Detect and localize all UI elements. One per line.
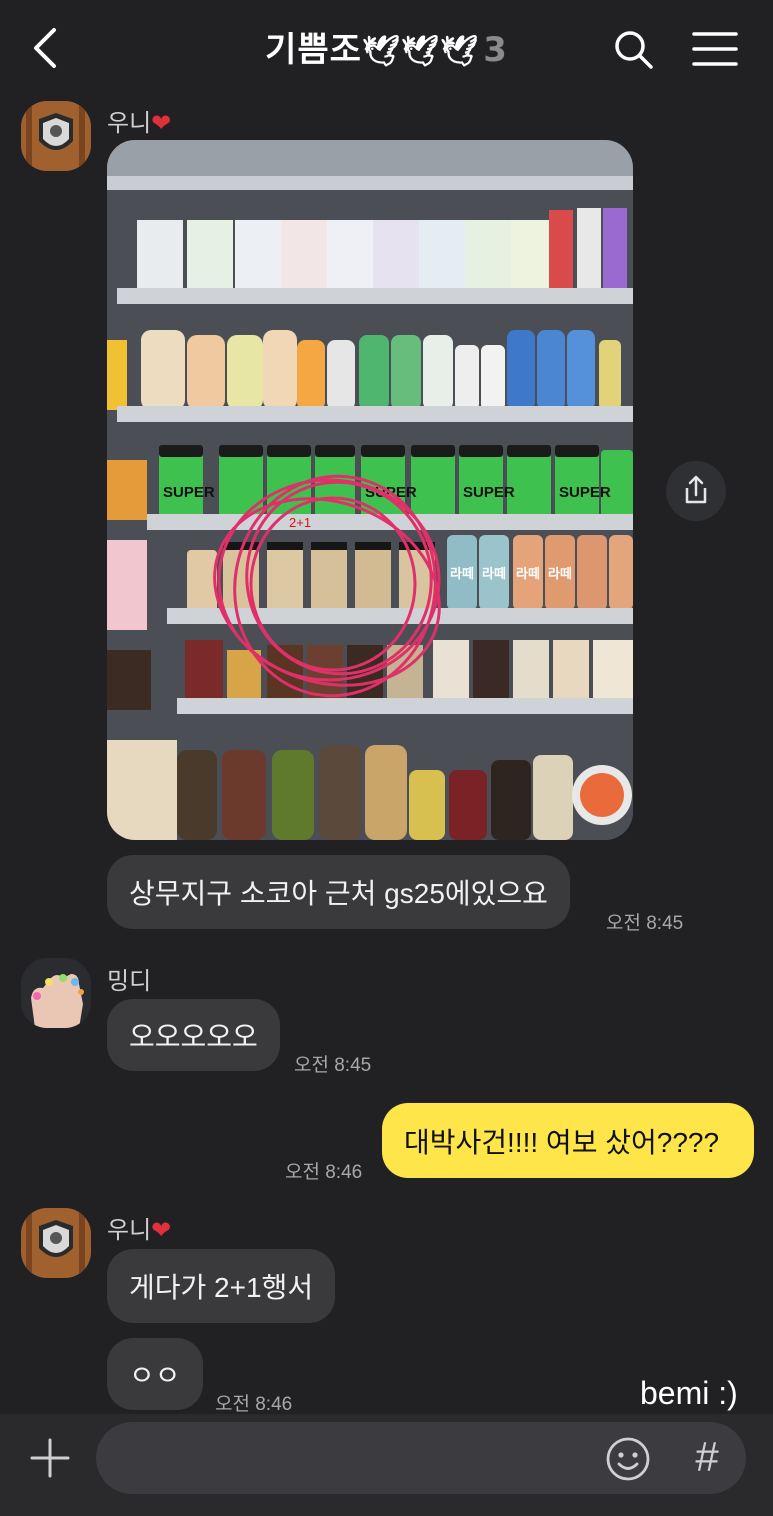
avatar-image	[21, 958, 91, 1028]
message-time: 오전 8:45	[294, 1055, 372, 1076]
shelf-label: 라떼	[482, 566, 506, 581]
dove-icon: 🕊	[361, 34, 402, 69]
promo-label: 2+1	[289, 515, 311, 530]
menu-button[interactable]	[690, 28, 740, 70]
sender-name: 우니❤	[107, 1216, 172, 1244]
watermark-text: bemi :)	[640, 1375, 738, 1411]
message-time: 오전 8:46	[215, 1394, 293, 1415]
avatar[interactable]	[21, 1208, 91, 1278]
message-time: 오전 8:45	[606, 913, 684, 934]
message-bubble[interactable]: 상무지구 소코아 근처 gs25에있으요	[107, 855, 570, 929]
share-icon	[685, 475, 707, 504]
sender-name: 밍디	[107, 967, 152, 995]
share-button[interactable]	[666, 461, 726, 521]
shared-photo[interactable]: SUPER SUPER SUPER SUPER 2+1 라떼 라떼 라떼 라떼	[107, 140, 633, 840]
shelf-label: 라떼	[516, 566, 540, 581]
menu-icon	[692, 32, 738, 66]
message-time: 오전 8:46	[285, 1162, 363, 1183]
member-count: 3	[483, 30, 508, 70]
store-shelf-image: SUPER SUPER SUPER SUPER 2+1 라떼 라떼 라떼 라떼	[107, 140, 633, 840]
avatar[interactable]	[21, 101, 91, 171]
heart-icon: ❤	[151, 109, 172, 137]
shelf-label: SUPER	[463, 484, 515, 501]
hash-button[interactable]: #	[690, 1432, 724, 1482]
shelf-label: 라떼	[450, 566, 474, 581]
message-bubble[interactable]: 게다가 2+1행서	[107, 1249, 336, 1323]
shelf-label: 라떼	[548, 566, 572, 581]
avatar-image	[21, 101, 91, 171]
room-name: 기쁨조	[265, 30, 362, 70]
search-button[interactable]	[610, 26, 658, 74]
attach-button[interactable]	[28, 1436, 72, 1480]
shelf-label: SUPER	[163, 484, 215, 501]
sender-name: 우니❤	[107, 109, 172, 137]
heart-icon: ❤	[151, 1216, 172, 1244]
plus-icon	[30, 1438, 70, 1478]
dove-icon: 🕊	[440, 34, 480, 69]
hash-icon: #	[695, 1433, 719, 1480]
shelf-label: SUPER	[559, 484, 611, 501]
my-message-bubble[interactable]: 대박사건!!!! 여보 샀어????	[382, 1103, 754, 1178]
dove-icon: 🕊	[401, 34, 441, 69]
message-bubble[interactable]: ㅇㅇ	[107, 1338, 203, 1410]
message-bubble[interactable]: 오오오오오	[107, 999, 280, 1071]
emoji-button[interactable]	[605, 1436, 651, 1482]
search-icon	[615, 31, 653, 69]
avatar[interactable]	[21, 958, 91, 1028]
emoji-icon	[606, 1437, 650, 1481]
avatar-image	[21, 1208, 91, 1278]
